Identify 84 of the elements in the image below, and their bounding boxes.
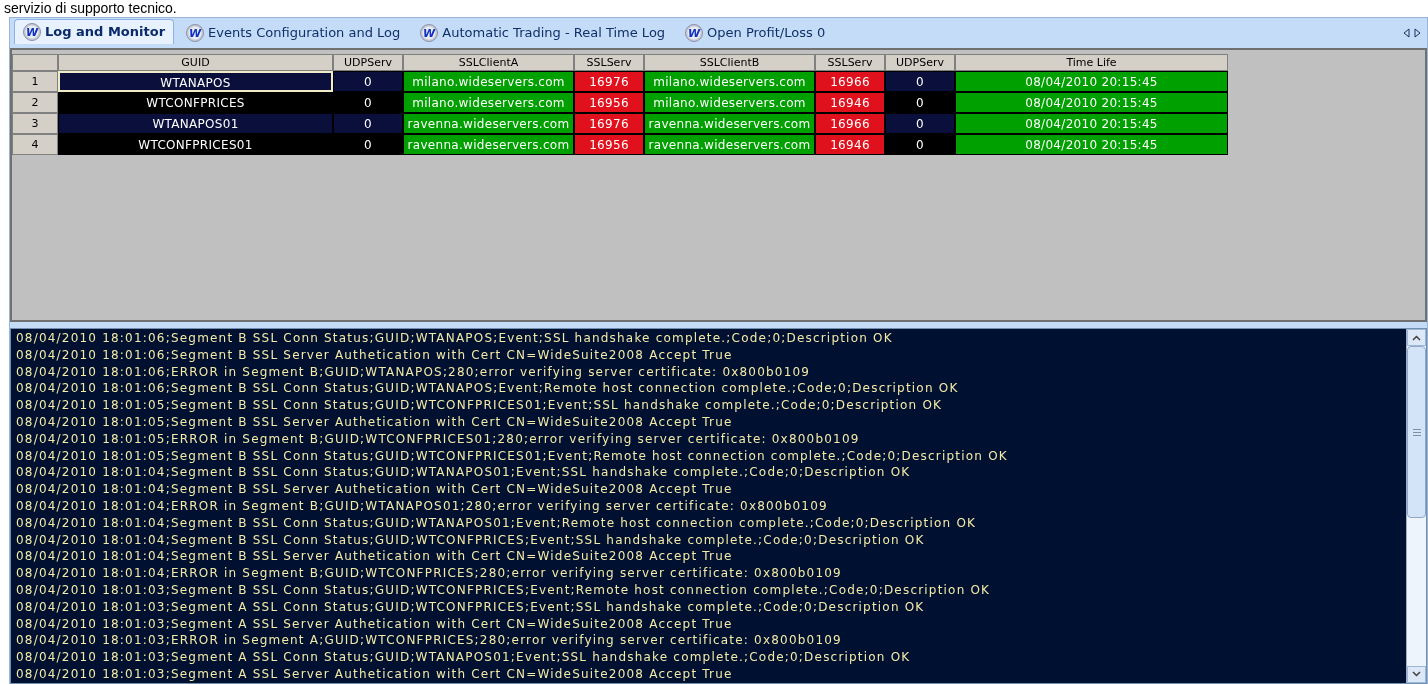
table-cell: ravenna.wideservers.com [403, 134, 574, 155]
table-cell: 16966 [815, 113, 885, 134]
log-line: 08/04/2010 18:01:06;ERROR in Segment B;GUID;WTANAPOS;280;error verifying server certificate: 0x800b0109 [16, 363, 811, 381]
column-header[interactable]: Time Life [955, 54, 1228, 71]
table-cell: 0 [333, 113, 403, 134]
corner-cell [12, 54, 58, 71]
log-line: 08/04/2010 18:01:04;Segment B SSL Server Authetication with Cert CN=WideSuite2008 Accept True [16, 481, 733, 498]
table-cell: 16946 [815, 134, 885, 155]
log-line: 08/04/2010 18:01:04;ERROR in Segment B;GUID;WTANAPOS01;280;error verifying server certificate: 0x800b0109 [16, 497, 828, 515]
log-line: 08/04/2010 18:01:04;ERROR in Segment B;GUID;WTCONFPRICES;280;error verifying server certificate: 0x800b0109 [16, 565, 842, 582]
log-line: 08/04/2010 18:01:06;Segment B SSL Server Authetication with Cert CN=WideSuite2008 Accept True [16, 346, 733, 364]
tab[interactable]: W Log and Monitor [14, 19, 175, 44]
table-cell: milano.wideservers.com [644, 92, 815, 113]
column-header[interactable]: SSLServ [815, 54, 885, 71]
row-header[interactable]: 1 [12, 71, 58, 92]
table-cell: 16946 [815, 92, 885, 113]
table-cell: 0 [333, 92, 403, 113]
table-cell: 0 [885, 113, 955, 134]
table-cell: 16966 [815, 71, 885, 92]
tab[interactable]: W Automatic Trading - Real Time Log [412, 22, 674, 44]
log-line: 08/04/2010 18:01:03;ERROR in Segment A;GUID;WTCONFPRICES;280;error verifying server certificate: 0x800b0109 [16, 632, 842, 650]
log-line: 08/04/2010 18:01:04;Segment B SSL Conn Status;GUID;WTCONFPRICES;Event;SSL handshake complete.;Code;0;Description OK [16, 531, 925, 549]
column-header[interactable]: SSLClientA [403, 54, 574, 71]
column-header[interactable]: UDPServ [333, 54, 403, 71]
table-cell: 16976 [574, 71, 644, 92]
log-line: 08/04/2010 18:01:06;Segment B SSL Conn Status;GUID;WTANAPOS;Event;Remote host connection complete.;Code;0;Description OK [16, 380, 959, 398]
column-header[interactable]: GUID [58, 54, 333, 71]
scroll-right-icon[interactable] [1414, 28, 1421, 38]
column-header[interactable]: UDPServ [885, 54, 955, 71]
log-line: 08/04/2010 18:01:05;Segment B SSL Server Authetication with Cert CN=WideSuite2008 Accept True [16, 414, 733, 431]
log-line: 08/04/2010 18:01:05;Segment B SSL Conn Status;GUID;WTCONFPRICES01;Event;SSL handshake complete.;Code;0;Description OK [16, 397, 943, 414]
table-cell: milano.wideservers.com [644, 71, 815, 92]
logo-icon: W [685, 24, 704, 42]
scroll-thumb[interactable] [1407, 346, 1426, 518]
table-cell: 08/04/2010 20:15:45 [955, 134, 1228, 155]
scroll-left-icon[interactable] [1403, 28, 1410, 38]
log-line: 08/04/2010 18:01:03;Segment A SSL Conn Status;GUID;WTANAPOS01;Event;SSL handshake complete.;Code;0;Description OK [16, 649, 911, 666]
column-header[interactable]: SSLClientB [644, 54, 815, 71]
table-cell: 16956 [574, 92, 644, 113]
logo-icon: W [186, 24, 205, 42]
log-line: 08/04/2010 18:01:04;Segment B SSL Conn Status;GUID;WTANAPOS01;Event;SSL handshake complete.;Code;0;Description OK [16, 464, 911, 482]
table-cell: 0 [885, 92, 955, 113]
log-line: 08/04/2010 18:01:04;Segment B SSL Server Authetication with Cert CN=WideSuite2008 Accept True [16, 548, 733, 566]
table-cell: 0 [885, 71, 955, 92]
table-cell: ravenna.wideservers.com [644, 113, 815, 134]
row-header[interactable]: 2 [12, 92, 58, 113]
table-cell: 08/04/2010 20:15:45 [955, 92, 1228, 113]
table-cell: 0 [885, 134, 955, 155]
table-cell: WTANAPOS01 [58, 113, 333, 134]
tab[interactable]: W Open Profit/Loss 0 [677, 22, 834, 44]
scroll-up-button[interactable] [1407, 329, 1426, 346]
logo-icon: W [420, 24, 439, 42]
table-cell: 08/04/2010 20:15:45 [955, 113, 1228, 134]
log-line: 08/04/2010 18:01:05;Segment B SSL Conn Status;GUID;WTCONFPRICES01;Event;Remote host connection complete.;Code;0;Description OK [16, 447, 1008, 465]
scrollbar[interactable] [1406, 329, 1426, 683]
tab[interactable]: W Events Configuration and Log [178, 22, 409, 44]
table-cell: WTANAPOS [58, 71, 333, 92]
table-cell: 16956 [574, 134, 644, 155]
table-cell: WTCONFPRICES [58, 92, 333, 113]
row-header[interactable]: 4 [12, 134, 58, 155]
table-cell: ravenna.wideservers.com [644, 134, 815, 155]
logo-icon: W [23, 23, 41, 41]
caption-text: servizio di supporto tecnico. [4, 0, 177, 16]
log-line: 08/04/2010 18:01:06;Segment B SSL Conn Status;GUID;WTANAPOS;Event;SSL handshake complete.;Code;0;Description OK [16, 330, 893, 347]
log-line: 08/04/2010 18:01:03;Segment A SSL Server Authetication with Cert CN=WideSuite2008 Accept True [16, 665, 733, 683]
caret-down-icon [1412, 671, 1421, 678]
table-cell: 0 [333, 71, 403, 92]
log-line: 08/04/2010 18:01:03;Segment A SSL Server Authetication with Cert CN=WideSuite2008 Accept True [16, 615, 733, 633]
table-cell: milano.wideservers.com [403, 71, 574, 92]
table-cell: milano.wideservers.com [403, 92, 574, 113]
table-cell: 0 [333, 134, 403, 155]
log-line: 08/04/2010 18:01:05;ERROR in Segment B;GUID;WTCONFPRICES01;280;error verifying server certificate: 0x800b0109 [16, 430, 860, 448]
table-cell: 16976 [574, 113, 644, 134]
log-line: 08/04/2010 18:01:03;Segment B SSL Conn Status;GUID;WTCONFPRICES;Event;Remote host connection complete.;Code;0;Description OK [16, 581, 991, 599]
grip-icon [1412, 428, 1421, 436]
row-header[interactable]: 3 [12, 113, 58, 134]
log-line: 08/04/2010 18:01:03;Segment A SSL Conn Status;GUID;WTCONFPRICES;Event;SSL handshake complete.;Code;0;Description OK [16, 598, 925, 616]
scroll-down-button[interactable] [1407, 665, 1426, 683]
caret-up-icon [1412, 334, 1421, 341]
log-line: 08/04/2010 18:01:04;Segment B SSL Conn Status;GUID;WTANAPOS01;Event;Remote host connection complete.;Code;0;Description OK [16, 514, 977, 532]
column-header[interactable]: SSLServ [574, 54, 644, 71]
table-cell: WTCONFPRICES01 [58, 134, 333, 155]
table-cell: ravenna.wideservers.com [403, 113, 574, 134]
table-cell: 08/04/2010 20:15:45 [955, 71, 1228, 92]
